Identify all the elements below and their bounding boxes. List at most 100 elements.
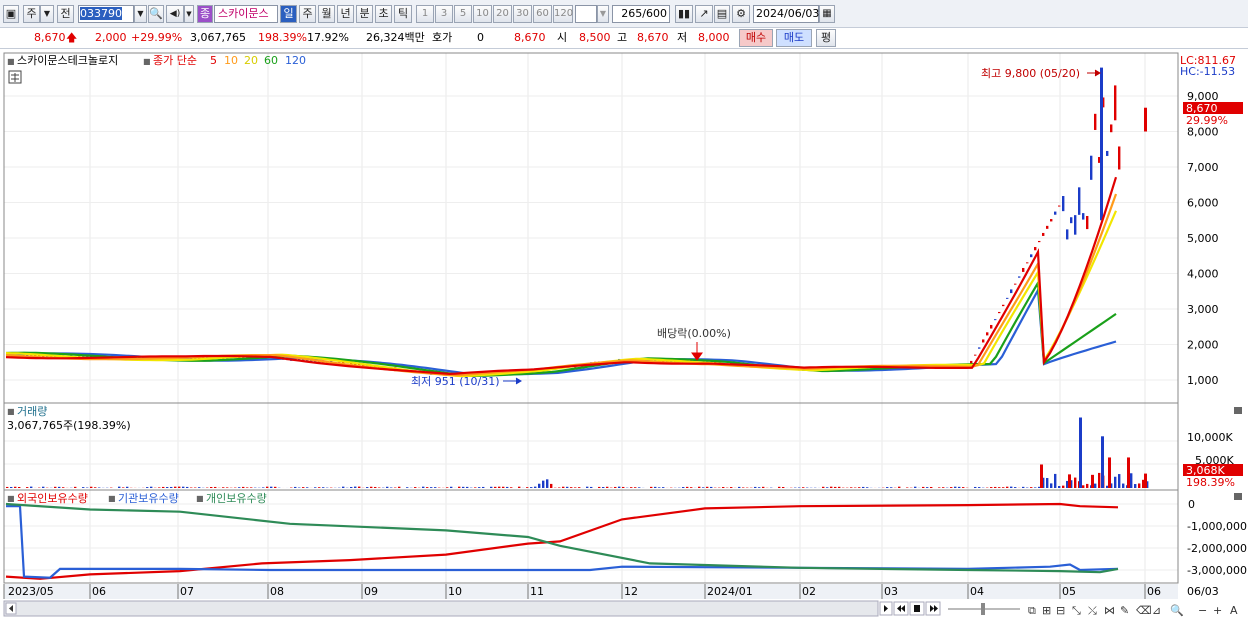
scope-button[interactable]: 전 [57,5,74,23]
low-label: 저 [677,31,688,44]
legend-ma60: 60 [264,54,278,67]
period-minute[interactable]: 분 [356,5,373,23]
holder-tick-1m: -1,000,000 [1187,520,1247,533]
price-tick: 1,000 [1187,374,1219,387]
sell-button[interactable]: 매도 [776,29,812,47]
svg-text:■: ■ [7,494,15,503]
save-icon[interactable]: ▤ [714,5,730,23]
line-draw-icon[interactable]: ⤡ [1072,604,1081,617]
x-axis-label: 05 [1062,585,1076,598]
gear-icon[interactable]: ⚙ [732,5,750,23]
search-icon[interactable]: 🔍 [148,5,164,23]
average-button[interactable]: 평 [816,29,836,47]
legend-ma10: 10 [224,54,238,67]
interval-20[interactable]: 20 [493,5,512,23]
trend-icon[interactable]: ⤯ [1088,604,1097,617]
marker-icon[interactable]: ⊿ [1152,604,1161,617]
price-tick: 5,000 [1187,232,1219,245]
high-label: 고 [617,31,628,44]
count-value: 265 [621,7,643,20]
stock-chart[interactable]: ■ 스카이문스테크놀로지 ■ 종가 단순 5 10 20 60 120 LC:8… [0,51,1248,621]
legend-ma5: 5 [210,54,217,67]
type-label: 주 [26,7,37,20]
custom-interval-dropdown-icon[interactable]: ▼ [597,5,609,23]
interval-120[interactable]: 120 [553,5,573,23]
price-tick: 8,000 [1187,126,1219,139]
x-axis-label: 2023/05 [8,585,54,598]
interval-60[interactable]: 60 [533,5,552,23]
holder-tick-3m: -3,000,000 [1187,564,1247,577]
period-week[interactable]: 주 [299,5,316,23]
x-axis-label: 03 [884,585,898,598]
buy-button[interactable]: 매수 [739,29,773,47]
volume-value: 3,067,765 [190,31,246,44]
price-change-pct: +29.99% [131,31,183,44]
hoga-value: 0 [477,31,484,44]
stock-type-badge: 종 [197,5,213,23]
period-year[interactable]: 년 [337,5,354,23]
interval-5[interactable]: 5 [454,5,472,23]
holder-tick-2m: -2,000,000 [1187,542,1247,555]
code-dropdown-icon[interactable]: ▼ [134,5,147,23]
legend-individual: 개인보유수량 [206,492,267,505]
type-select[interactable]: 주 [23,5,40,23]
zoom-slider-handle[interactable] [981,603,985,615]
period-month[interactable]: 월 [318,5,335,23]
legend-ma-label: 종가 단순 [153,54,197,67]
scrollbar-track[interactable] [3,600,879,617]
hc-label: HC:-11.53 [1180,65,1235,78]
legend-ma120: 120 [285,54,306,67]
interval-3[interactable]: 3 [435,5,453,23]
x-axis-label: 11 [530,585,544,598]
count-input[interactable]: 265/600 [612,5,670,23]
interval-10[interactable]: 10 [473,5,492,23]
stock-name: 스카이문스 [218,7,269,20]
volume-title: 거래량 [17,405,47,418]
speaker-dropdown-icon[interactable]: ▼ [184,5,194,23]
svg-text:■: ■ [7,407,15,416]
trade-amount: 26,324백만 [366,31,425,44]
type-dropdown-icon[interactable]: ▼ [40,5,54,23]
period-second[interactable]: 초 [375,5,392,23]
period-tick[interactable]: 틱 [394,5,412,23]
last-pct-tag: 29.99% [1186,114,1228,127]
magnify-icon[interactable]: 🔍 [1170,603,1184,617]
svg-text:■: ■ [196,494,204,503]
pencil-icon[interactable]: ✎ [1120,604,1129,617]
crosshair-icon[interactable]: ⊞ [1042,604,1051,617]
date-input[interactable]: 2024/06/03 [753,5,819,23]
date-value: 2024/06/03 [756,7,820,20]
window-icon[interactable]: ▣ [3,5,19,23]
candle-type-icon[interactable]: ▮▮ [675,5,693,23]
code-input[interactable]: 033790 [78,5,134,23]
calendar-icon[interactable]: ▦ [819,5,835,23]
low-annotation: 최저 951 (10/31) [411,375,500,388]
open-price: 8,500 [579,31,611,44]
ruler-icon[interactable]: ⊟ [1056,604,1065,617]
interval-1[interactable]: 1 [416,5,434,23]
interval-30[interactable]: 30 [513,5,532,23]
volume-value: 3,067,765주(198.39%) [7,419,131,432]
zoom-out-icon[interactable]: − [1198,604,1207,617]
high-price: 8,670 [637,31,669,44]
eraser-icon[interactable]: ⌫ [1136,604,1152,617]
open-label: 시 [557,31,568,44]
speaker-icon[interactable]: ◀) [166,5,184,23]
font-size-icon[interactable]: A [1230,604,1238,617]
price-tick: 3,000 [1187,303,1219,316]
current-price: 8,670 [34,31,66,44]
price-tick: 7,000 [1187,161,1219,174]
zoom-in-icon[interactable]: + [1213,604,1222,617]
custom-interval-input[interactable] [575,5,597,23]
high-annotation: 최고 9,800 (05/20) [981,67,1080,80]
compare-icon[interactable]: ⧉ [1028,604,1036,617]
x-axis-label: 09 [364,585,378,598]
close-panel-icon[interactable] [1234,493,1242,500]
x-axis-label: 2024/01 [707,585,753,598]
line-tool-icon[interactable]: ↗ [695,5,713,23]
stock-name-field[interactable]: 스카이문스 [214,5,278,23]
holder-tick-0: 0 [1188,498,1195,511]
fibo-icon[interactable]: ⋈ [1104,604,1115,617]
period-day[interactable]: 일 [280,5,297,23]
close-panel-icon[interactable] [1234,407,1242,414]
